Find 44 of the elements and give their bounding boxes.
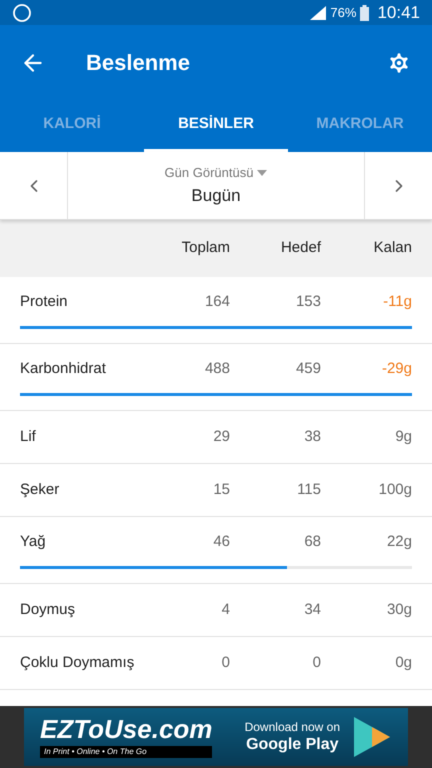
remaining-value: 100g <box>378 480 412 500</box>
remaining-value: 9g <box>394 426 412 447</box>
total-value: 0 <box>220 652 230 673</box>
toolbar-title: Beslenme <box>86 49 190 77</box>
goal-value: 38 <box>303 426 321 447</box>
nutrient-name: Karbonhidrat <box>20 359 107 380</box>
nutrient-name: Yağ <box>20 532 47 552</box>
remaining-value: -29g <box>380 359 412 380</box>
goal-value: 153 <box>294 292 321 312</box>
nutrient-name: Doymuş <box>20 600 76 620</box>
nutrient-name: Protein <box>20 292 69 312</box>
goal-value: 115 <box>296 480 321 500</box>
ad-brand: EZToUse.com <box>40 716 212 742</box>
ad-tagline: In Print • Online • On The Go <box>40 746 212 758</box>
nutrient-name: Lif <box>20 426 37 447</box>
total-value: 15 <box>212 480 230 500</box>
signal-icon <box>310 6 326 20</box>
date-dropdown[interactable]: Gün Görüntüsü Bugün <box>68 152 364 219</box>
column-header: Hedef <box>280 238 321 258</box>
play-icon <box>352 715 392 759</box>
goal-value: 0 <box>312 652 321 673</box>
remaining-value: 0g <box>394 652 412 673</box>
battery-icon <box>360 4 370 20</box>
total-value: 4 <box>220 600 230 620</box>
battery-level: 76% <box>330 4 356 22</box>
ad-banner[interactable]: EZToUse.com In Print • Online • On The Go Download now on Google Play <box>24 708 408 766</box>
dropdown-caret-icon <box>257 170 268 176</box>
goal-value: 68 <box>303 532 321 552</box>
remaining-value: -11g <box>382 292 412 312</box>
total-value: 488 <box>204 359 230 380</box>
goal-value: 459 <box>294 359 321 380</box>
ad-cta-line: Google Play <box>246 734 339 754</box>
total-value: 164 <box>204 292 230 312</box>
nutrient-name: Şeker <box>20 480 60 500</box>
remaining-value: 22g <box>386 532 412 552</box>
goal-value: 34 <box>303 600 321 620</box>
nutrient-name: Çoklu Doymamış <box>20 652 136 673</box>
column-header: Toplam <box>180 238 230 258</box>
ad-cta-line: Download now on <box>244 720 340 734</box>
remaining-value: 30g <box>386 600 412 620</box>
total-value: 46 <box>212 532 230 552</box>
column-header: Kalan <box>372 238 412 258</box>
clock: 10:41 <box>377 2 420 24</box>
total-value: 29 <box>212 426 230 447</box>
